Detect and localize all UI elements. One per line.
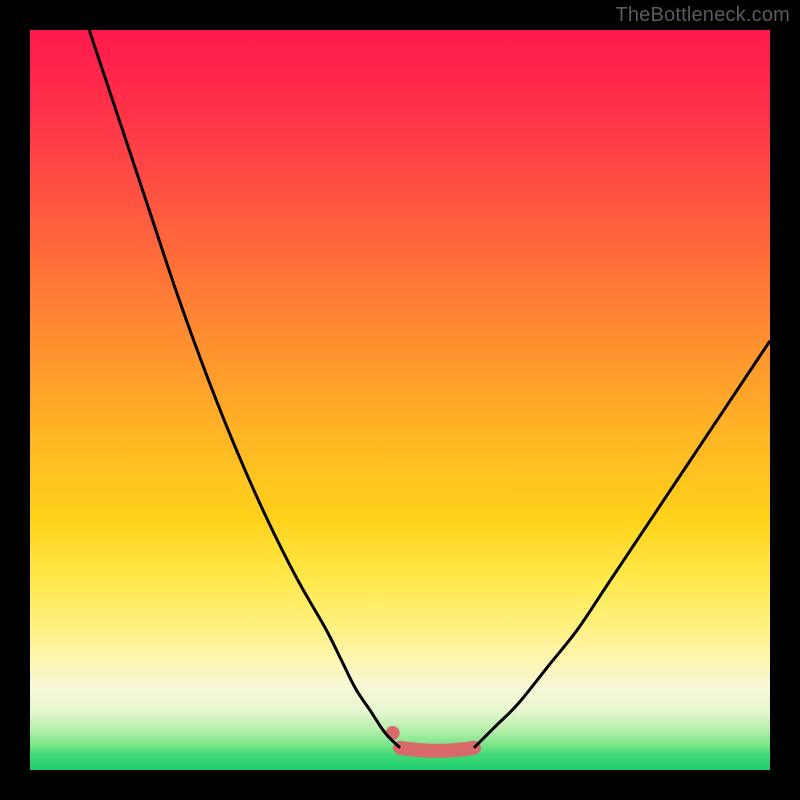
right-curve xyxy=(474,341,770,748)
chart-frame: TheBottleneck.com xyxy=(0,0,800,800)
watermark-text: TheBottleneck.com xyxy=(615,4,790,27)
floor-band xyxy=(400,748,474,751)
plot-area xyxy=(30,30,770,770)
left-curve xyxy=(89,30,400,748)
curve-layer xyxy=(30,30,770,770)
